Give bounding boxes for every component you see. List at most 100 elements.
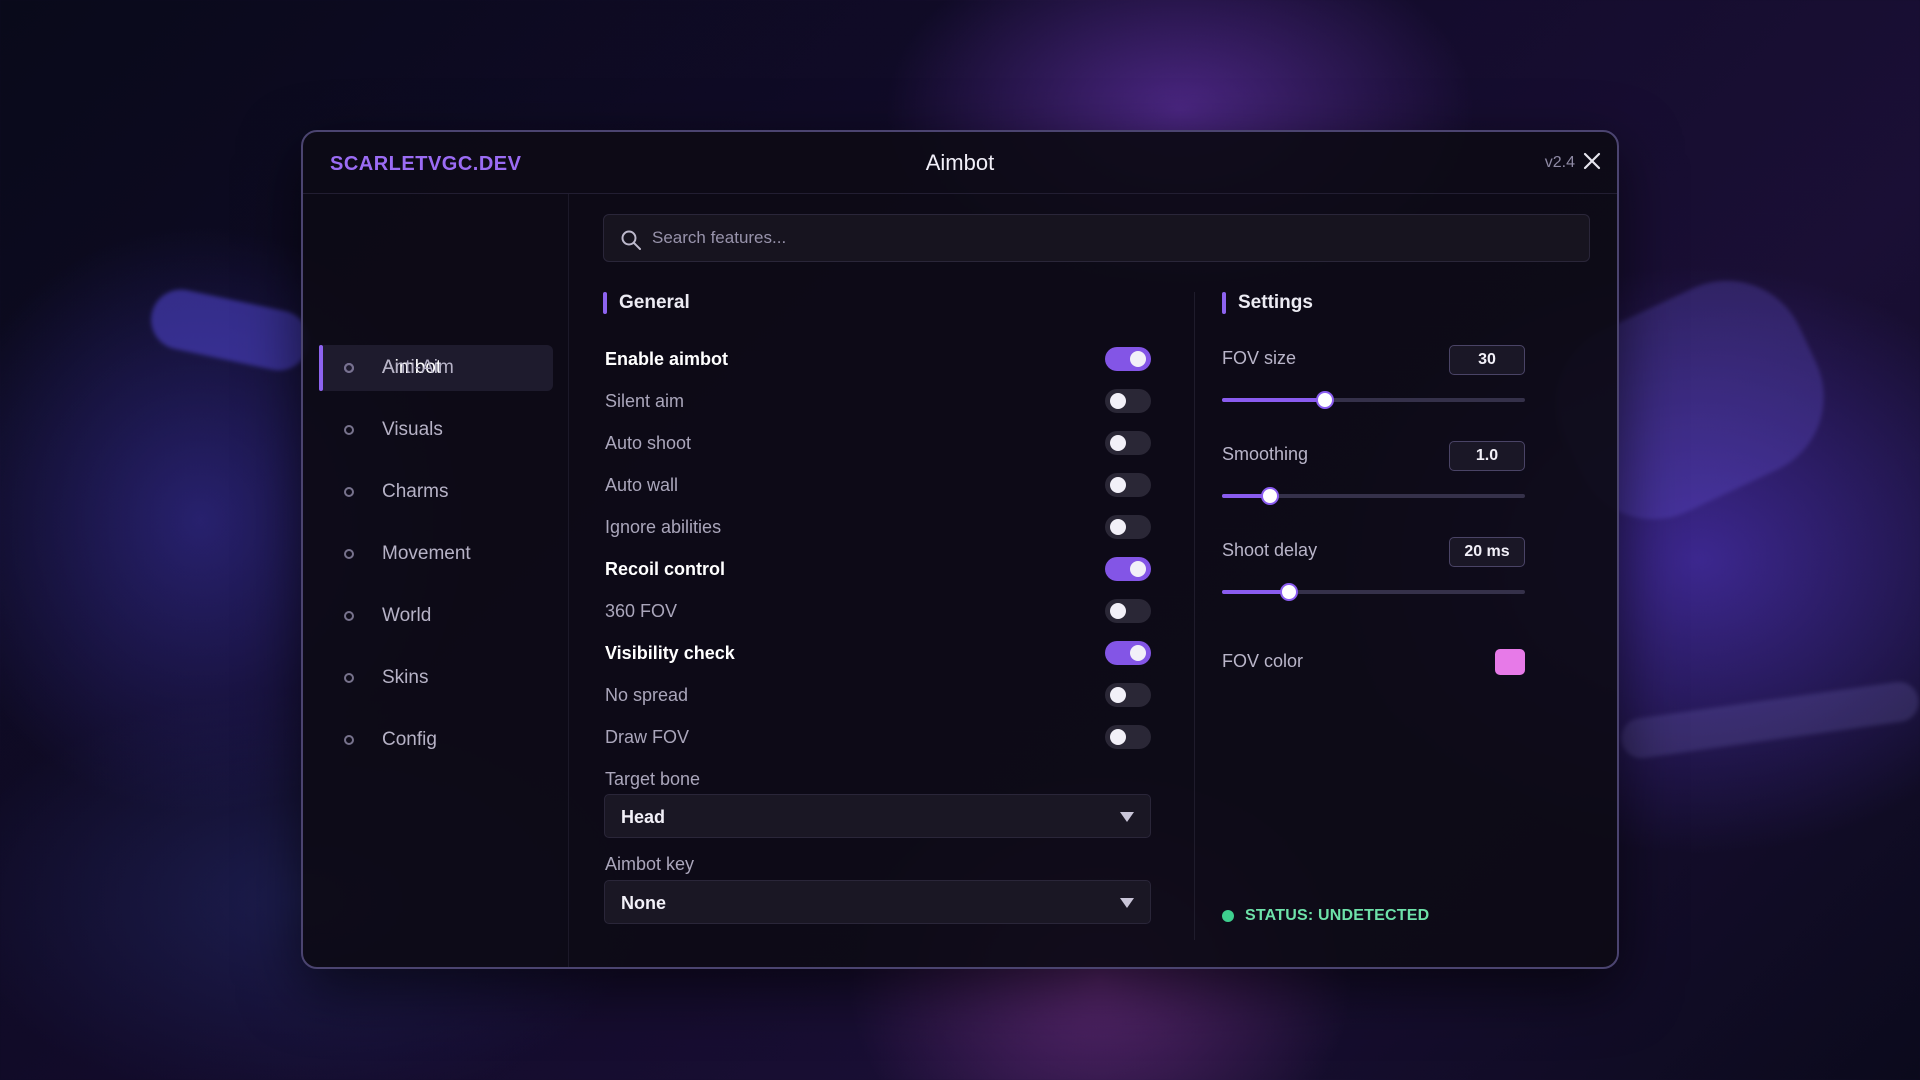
toggle-label: Ignore abilities — [605, 516, 722, 537]
toggle-switch[interactable] — [1105, 389, 1151, 413]
slider-thumb[interactable] — [1316, 391, 1335, 409]
fov-color-swatch[interactable] — [1495, 649, 1525, 675]
toggle-row: No spread — [605, 680, 1151, 710]
sidebar: Aimbot Anti-Aim Visuals Charms Movement … — [303, 194, 569, 967]
sidebar-item-anti-aim[interactable]: Anti-Aim — [319, 345, 553, 391]
slider-thumb[interactable] — [1279, 583, 1298, 601]
toggle-switch[interactable] — [1105, 473, 1151, 497]
toggle-switch[interactable] — [1105, 347, 1151, 371]
circle-icon — [344, 611, 354, 621]
sidebar-item-label: Anti-Aim — [382, 357, 454, 378]
toggle-row: Recoil control — [605, 554, 1151, 584]
toggle-row: Draw FOV — [605, 722, 1151, 752]
chevron-down-icon — [1120, 812, 1134, 822]
sidebar-item-movement[interactable]: Movement — [319, 531, 553, 577]
sidebar-item-label: Movement — [382, 543, 471, 564]
toggle-switch[interactable] — [1105, 641, 1151, 665]
slider-value-box[interactable]: 1.0 — [1449, 441, 1525, 471]
target-bone-select[interactable]: Head — [604, 794, 1151, 838]
toggle-label: Silent aim — [605, 390, 685, 411]
slider-track[interactable] — [1222, 487, 1525, 505]
chevron-down-icon — [1120, 898, 1134, 908]
toggle-row: Auto shoot — [605, 428, 1151, 458]
aimbot-key-select[interactable]: None — [604, 880, 1151, 924]
slider-fill — [1222, 398, 1326, 402]
toggle-row: 360 FOV — [605, 596, 1151, 626]
toggle-knob — [1110, 519, 1126, 535]
toggle-knob — [1110, 477, 1126, 493]
toggle-label: Auto shoot — [605, 432, 692, 453]
section-title: Settings — [1238, 292, 1313, 313]
slider-track[interactable] — [1222, 583, 1525, 601]
slider-fill — [1222, 590, 1289, 594]
circle-icon — [344, 735, 354, 745]
toggle-knob — [1130, 351, 1146, 367]
background-decoration — [1618, 679, 1920, 761]
toggle-label: Visibility check — [605, 642, 735, 663]
slider-value-box[interactable]: 30 — [1449, 345, 1525, 375]
sidebar-item-label: Visuals — [382, 419, 443, 440]
slider-thumb[interactable] — [1261, 487, 1280, 505]
status-text: STATUS: UNDETECTED — [1245, 907, 1430, 924]
section-accent-bar — [603, 292, 607, 314]
search-bar — [603, 214, 1590, 262]
sidebar-item-label: Config — [382, 729, 437, 750]
search-icon — [621, 230, 641, 250]
general-section-header: General — [603, 292, 690, 314]
search-input[interactable] — [652, 215, 1572, 261]
toggle-switch[interactable] — [1105, 557, 1151, 581]
select-value: Head — [621, 807, 666, 827]
status-indicator: STATUS: UNDETECTED — [1222, 907, 1429, 925]
sidebar-item-charms[interactable]: Charms — [319, 469, 553, 515]
settings-section-header: Settings — [1222, 292, 1313, 314]
toggle-label: Enable aimbot — [605, 348, 729, 369]
toggle-switch[interactable] — [1105, 683, 1151, 707]
circle-icon — [344, 549, 354, 559]
toggle-row: Auto wall — [605, 470, 1151, 500]
toggle-knob — [1130, 645, 1146, 661]
background-decoration — [145, 284, 315, 376]
sidebar-item-visuals[interactable]: Visuals — [319, 407, 553, 453]
toggle-row: Ignore abilities — [605, 512, 1151, 542]
toggle-switch[interactable] — [1105, 725, 1151, 749]
close-button[interactable] — [1581, 150, 1603, 172]
close-icon — [1583, 152, 1601, 170]
version-label: v2.4 — [1544, 154, 1575, 171]
sidebar-item-label: World — [382, 605, 432, 626]
toggle-row: Enable aimbot — [605, 344, 1151, 374]
fov-color-label: FOV color — [1222, 651, 1304, 671]
toggle-knob — [1110, 687, 1126, 703]
select-value: None — [621, 893, 666, 913]
title-bar: SCARLETVGC.DEV Aimbot v2.4 — [303, 132, 1617, 194]
slider-value-box[interactable]: 20 ms — [1449, 537, 1525, 567]
toggle-knob — [1110, 435, 1126, 451]
toggle-row: Visibility check — [605, 638, 1151, 668]
toggle-label: Draw FOV — [605, 726, 690, 747]
toggle-switch[interactable] — [1105, 599, 1151, 623]
menu-window: SCARLETVGC.DEV Aimbot v2.4 Aimbot Anti-A… — [301, 130, 1619, 969]
status-dot-icon — [1222, 910, 1234, 922]
circle-icon — [344, 487, 354, 497]
toggle-knob — [1130, 561, 1146, 577]
toggle-row: Silent aim — [605, 386, 1151, 416]
toggle-label: Auto wall — [605, 474, 679, 495]
slider-label: FOV size — [1222, 348, 1297, 368]
target-bone-label: Target bone — [605, 769, 701, 789]
sidebar-item-world[interactable]: World — [319, 593, 553, 639]
circle-icon — [344, 363, 354, 373]
toggle-knob — [1110, 393, 1126, 409]
toggle-switch[interactable] — [1105, 515, 1151, 539]
toggle-knob — [1110, 603, 1126, 619]
sidebar-item-skins[interactable]: Skins — [319, 655, 553, 701]
circle-icon — [344, 673, 354, 683]
section-title: General — [619, 292, 690, 313]
slider-track[interactable] — [1222, 391, 1525, 409]
brand-logo-text: SCARLETVGC.DEV — [330, 153, 522, 175]
sidebar-item-label: Charms — [382, 481, 449, 502]
sidebar-item-config[interactable]: Config — [319, 717, 553, 763]
slider-label: Smoothing — [1222, 444, 1309, 464]
toggle-knob — [1110, 729, 1126, 745]
toggle-switch[interactable] — [1105, 431, 1151, 455]
sidebar-item-label: Skins — [382, 667, 429, 688]
aimbot-key-label: Aimbot key — [605, 854, 695, 874]
